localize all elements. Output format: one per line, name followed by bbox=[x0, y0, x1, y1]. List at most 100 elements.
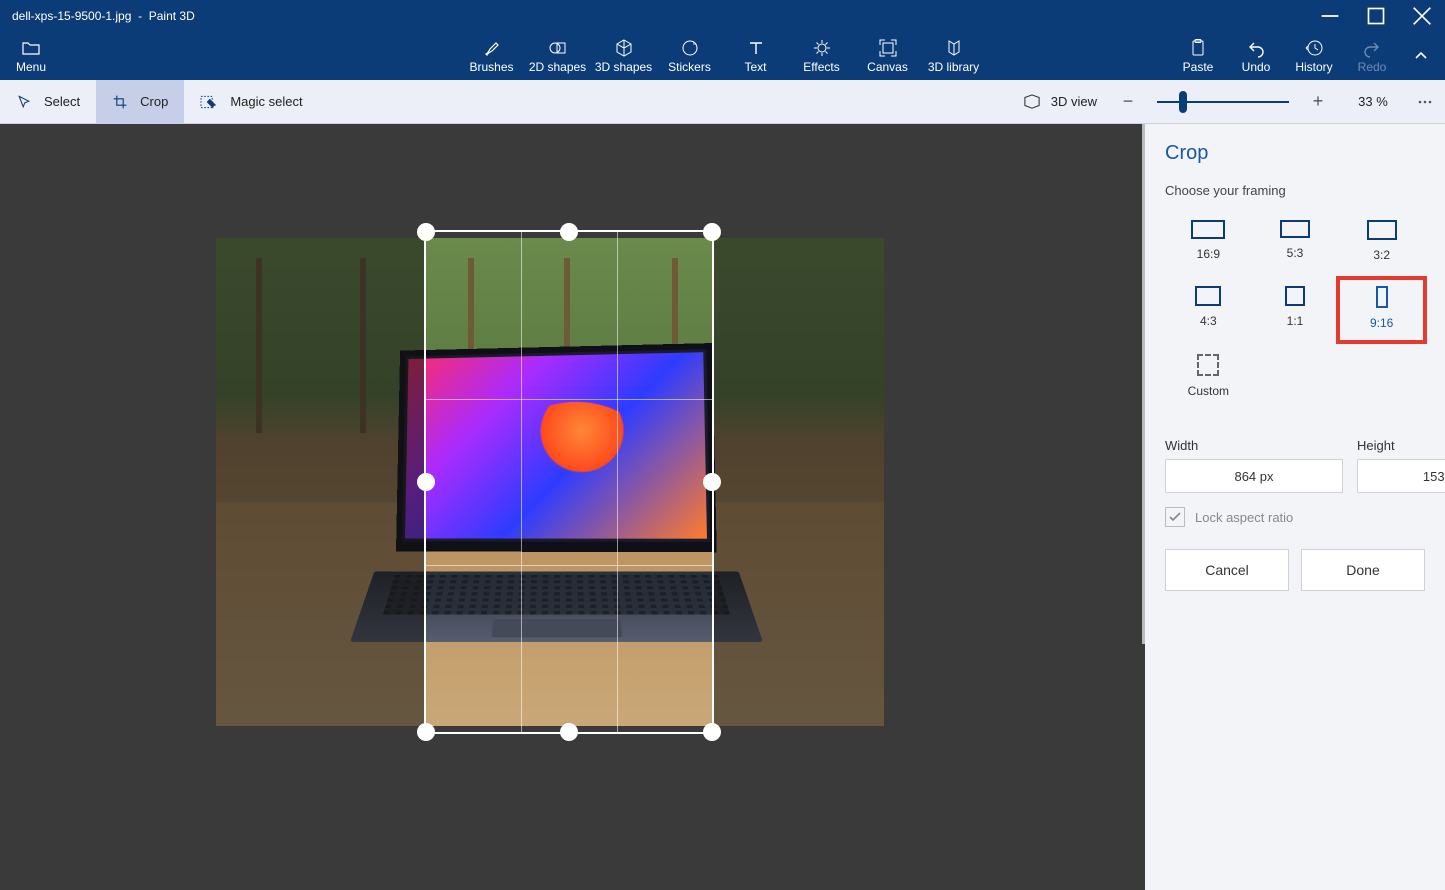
zoom-value[interactable]: 33 % bbox=[1347, 94, 1399, 109]
cancel-button[interactable]: Cancel bbox=[1165, 549, 1289, 591]
height-input[interactable] bbox=[1357, 459, 1445, 493]
title-sep: - bbox=[131, 9, 148, 23]
crop-handle-bl[interactable] bbox=[417, 723, 435, 741]
tool-3d-library[interactable]: 3D library bbox=[921, 32, 987, 80]
tool-canvas[interactable]: Canvas bbox=[855, 32, 921, 80]
canvas-image[interactable] bbox=[216, 238, 884, 726]
width-label: Width bbox=[1165, 438, 1343, 453]
crop-handle-bc[interactable] bbox=[560, 723, 578, 741]
view3d-icon bbox=[1023, 94, 1041, 110]
tool-text-label: Text bbox=[744, 60, 766, 74]
collapse-ribbon-button[interactable] bbox=[1401, 32, 1441, 80]
library-icon bbox=[944, 38, 964, 58]
ratio-5-3-icon bbox=[1280, 220, 1310, 238]
lock-aspect-label: Lock aspect ratio bbox=[1195, 510, 1293, 525]
tool-2d-shapes[interactable]: 2D shapes bbox=[525, 32, 591, 80]
panel-buttons: Cancel Done bbox=[1165, 549, 1425, 591]
tool-effects-label: Effects bbox=[803, 60, 839, 74]
crop-handle-tl[interactable] bbox=[417, 223, 435, 241]
panel-scrollbar[interactable] bbox=[1142, 124, 1145, 644]
height-label: Height bbox=[1357, 438, 1445, 453]
tool-stickers[interactable]: Stickers bbox=[657, 32, 723, 80]
paste-icon bbox=[1188, 38, 1208, 58]
crop-handle-br[interactable] bbox=[703, 723, 721, 741]
shapes3d-icon bbox=[614, 38, 634, 58]
history-button[interactable]: History bbox=[1285, 32, 1343, 80]
ratio-9-16-label: 9:16 bbox=[1370, 316, 1393, 330]
ratio-3-2[interactable]: 3:2 bbox=[1338, 212, 1425, 274]
text-icon bbox=[746, 38, 766, 58]
select-label: Select bbox=[44, 94, 80, 109]
magic-select-tool[interactable]: Magic select bbox=[184, 80, 318, 124]
check-icon bbox=[1168, 510, 1182, 524]
lock-aspect-row[interactable]: Lock aspect ratio bbox=[1165, 507, 1425, 527]
paste-label: Paste bbox=[1183, 60, 1214, 74]
plus-icon: + bbox=[1313, 91, 1324, 112]
cursor-icon bbox=[16, 94, 32, 110]
undo-label: Undo bbox=[1242, 60, 1271, 74]
tool-3d-shapes[interactable]: 3D shapes bbox=[591, 32, 657, 80]
title-bar: dell-xps-15-9500-1.jpg - Paint 3D bbox=[0, 0, 1445, 32]
window-minimize-button[interactable] bbox=[1307, 0, 1353, 32]
tool-brushes[interactable]: Brushes bbox=[459, 32, 525, 80]
crop-label: Crop bbox=[140, 94, 168, 109]
ratio-5-3-label: 5:3 bbox=[1287, 246, 1304, 260]
ratio-custom[interactable]: Custom bbox=[1165, 346, 1252, 410]
history-label: History bbox=[1295, 60, 1332, 74]
crop-handle-mr[interactable] bbox=[703, 473, 721, 491]
ratio-3-2-label: 3:2 bbox=[1373, 248, 1390, 262]
redo-button[interactable]: Redo bbox=[1343, 32, 1401, 80]
zoom-thumb[interactable] bbox=[1179, 91, 1187, 113]
crop-dim-left bbox=[216, 238, 424, 726]
ratio-1-1-label: 1:1 bbox=[1287, 314, 1304, 328]
stickers-icon bbox=[680, 38, 700, 58]
title-app: Paint 3D bbox=[149, 9, 195, 23]
framing-options: 16:9 5:3 3:2 4:3 1:1 9:16 bbox=[1165, 212, 1425, 410]
window-maximize-button[interactable] bbox=[1353, 0, 1399, 32]
canvas-area[interactable] bbox=[0, 124, 1145, 890]
ratio-9-16-icon bbox=[1376, 286, 1388, 308]
done-button[interactable]: Done bbox=[1301, 549, 1425, 591]
title-filename: dell-xps-15-9500-1.jpg bbox=[12, 9, 131, 23]
more-options-button[interactable] bbox=[1405, 80, 1445, 124]
window-close-button[interactable] bbox=[1399, 0, 1445, 32]
ratio-4-3[interactable]: 4:3 bbox=[1165, 278, 1252, 342]
3d-view-toggle[interactable]: 3D view bbox=[1015, 94, 1105, 110]
paste-button[interactable]: Paste bbox=[1169, 32, 1227, 80]
canvas-icon bbox=[878, 38, 898, 58]
brush-icon bbox=[482, 38, 502, 58]
ratio-5-3[interactable]: 5:3 bbox=[1252, 212, 1339, 274]
tool-text[interactable]: Text bbox=[723, 32, 789, 80]
width-input[interactable] bbox=[1165, 459, 1343, 493]
ratio-9-16[interactable]: 9:16 bbox=[1338, 278, 1425, 342]
magic-select-icon bbox=[200, 94, 218, 110]
crop-handle-ml[interactable] bbox=[417, 473, 435, 491]
shapes2d-icon bbox=[548, 38, 568, 58]
menu-label: Menu bbox=[16, 60, 46, 74]
menu-button[interactable]: Menu bbox=[0, 32, 62, 80]
chevron-up-icon bbox=[1411, 46, 1431, 66]
crop-dim-right bbox=[712, 238, 884, 726]
tool-canvas-label: Canvas bbox=[867, 60, 908, 74]
zoom-in-button[interactable]: + bbox=[1301, 85, 1335, 119]
undo-icon bbox=[1246, 38, 1266, 58]
tool-stickers-label: Stickers bbox=[668, 60, 711, 74]
ratio-16-9[interactable]: 16:9 bbox=[1165, 212, 1252, 274]
tool-effects[interactable]: Effects bbox=[789, 32, 855, 80]
crop-handle-tc[interactable] bbox=[560, 223, 578, 241]
tool-library-label: 3D library bbox=[928, 60, 979, 74]
lock-aspect-checkbox[interactable] bbox=[1165, 507, 1185, 527]
ratio-1-1[interactable]: 1:1 bbox=[1252, 278, 1339, 342]
select-tool[interactable]: Select bbox=[0, 80, 96, 124]
ratio-16-9-icon bbox=[1191, 220, 1225, 239]
undo-button[interactable]: Undo bbox=[1227, 32, 1285, 80]
crop-handle-tr[interactable] bbox=[703, 223, 721, 241]
tool-3d-label: 3D shapes bbox=[595, 60, 652, 74]
ratio-4-3-icon bbox=[1195, 286, 1221, 306]
zoom-out-button[interactable]: − bbox=[1111, 85, 1145, 119]
zoom-slider[interactable] bbox=[1157, 92, 1289, 112]
tool-2d-label: 2D shapes bbox=[529, 60, 586, 74]
folder-icon bbox=[21, 38, 41, 58]
ratio-custom-icon bbox=[1197, 354, 1219, 376]
crop-tool[interactable]: Crop bbox=[96, 80, 184, 124]
